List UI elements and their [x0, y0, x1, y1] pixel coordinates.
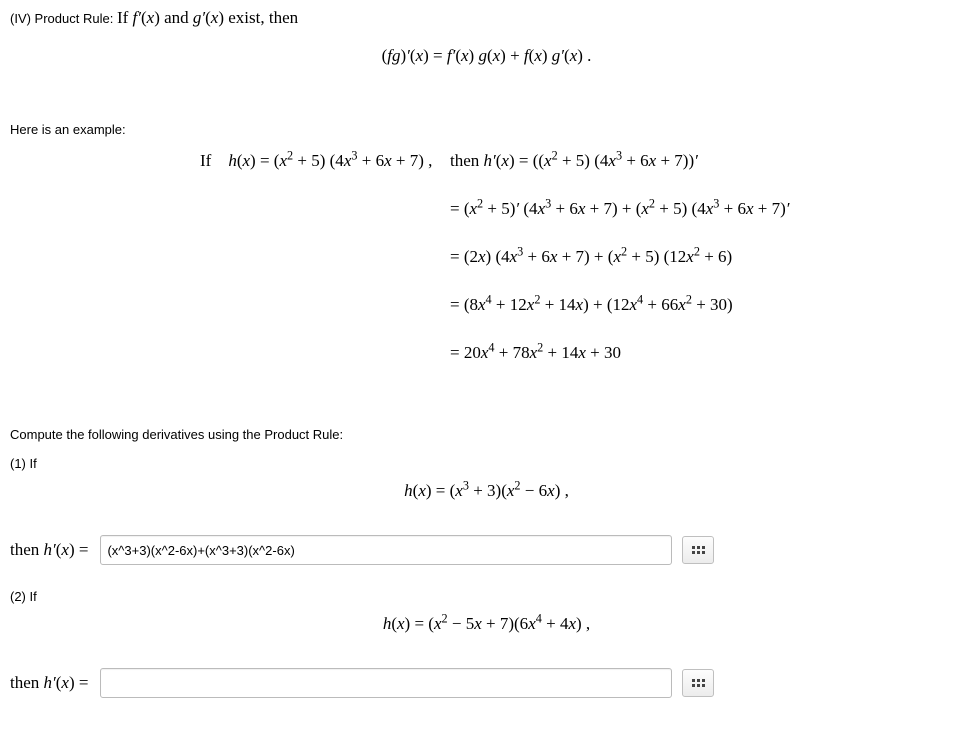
q2-equation: h(x) = (x2 − 5x + 7)(6x4 + 4x) , — [10, 614, 963, 634]
example-step3: = (2x) (4x3 + 6x + 7) + (x2 + 5) (12x2 +… — [10, 247, 963, 267]
q2-answer-label: then h′(x) = — [10, 673, 88, 693]
q1-equation: h(x) = (x3 + 3)(x2 − 6x) , — [10, 481, 963, 501]
rule-condition: If f′(x) and g′(x) exist, then — [117, 8, 298, 27]
example-if: If h(x) = (x2 + 5) (4x3 + 6x + 7) , — [200, 151, 450, 171]
q1-keypad-button[interactable] — [682, 536, 714, 564]
q1-answer-label: then h′(x) = — [10, 540, 88, 560]
example-hx-def: h(x) = (x2 + 5) (4x3 + 6x + 7) , — [228, 151, 432, 170]
q2-label: (2) If — [10, 589, 963, 604]
compute-prompt: Compute the following derivatives using … — [10, 427, 963, 442]
q2-answer-row: then h′(x) = — [10, 668, 963, 698]
q1-answer-row: then h′(x) = — [10, 535, 963, 565]
example-intro: Here is an example: — [10, 122, 963, 137]
if-label: If — [200, 151, 211, 170]
example-block: If h(x) = (x2 + 5) (4x3 + 6x + 7) , then… — [10, 151, 963, 363]
rule-number: (IV) Product Rule: — [10, 11, 117, 26]
q1-label: (1) If — [10, 456, 963, 471]
example-step4: = (8x4 + 12x2 + 14x) + (12x4 + 66x2 + 30… — [10, 295, 963, 315]
keypad-icon — [692, 679, 705, 687]
example-step5: = 20x4 + 78x2 + 14x + 30 — [10, 343, 963, 363]
q2-answer-input[interactable] — [100, 668, 672, 698]
example-then: then h′(x) = ((x2 + 5) (4x3 + 6x + 7))′ — [450, 151, 963, 171]
q2-keypad-button[interactable] — [682, 669, 714, 697]
rule-heading: (IV) Product Rule: If f′(x) and g′(x) ex… — [10, 8, 963, 28]
example-step2: = (x2 + 5)′ (4x3 + 6x + 7) + (x2 + 5) (4… — [10, 199, 963, 219]
keypad-icon — [692, 546, 705, 554]
q1-answer-input[interactable] — [100, 535, 672, 565]
rule-formula: (fg)′(x) = f′(x) g(x) + f(x) g′(x) . — [10, 46, 963, 66]
